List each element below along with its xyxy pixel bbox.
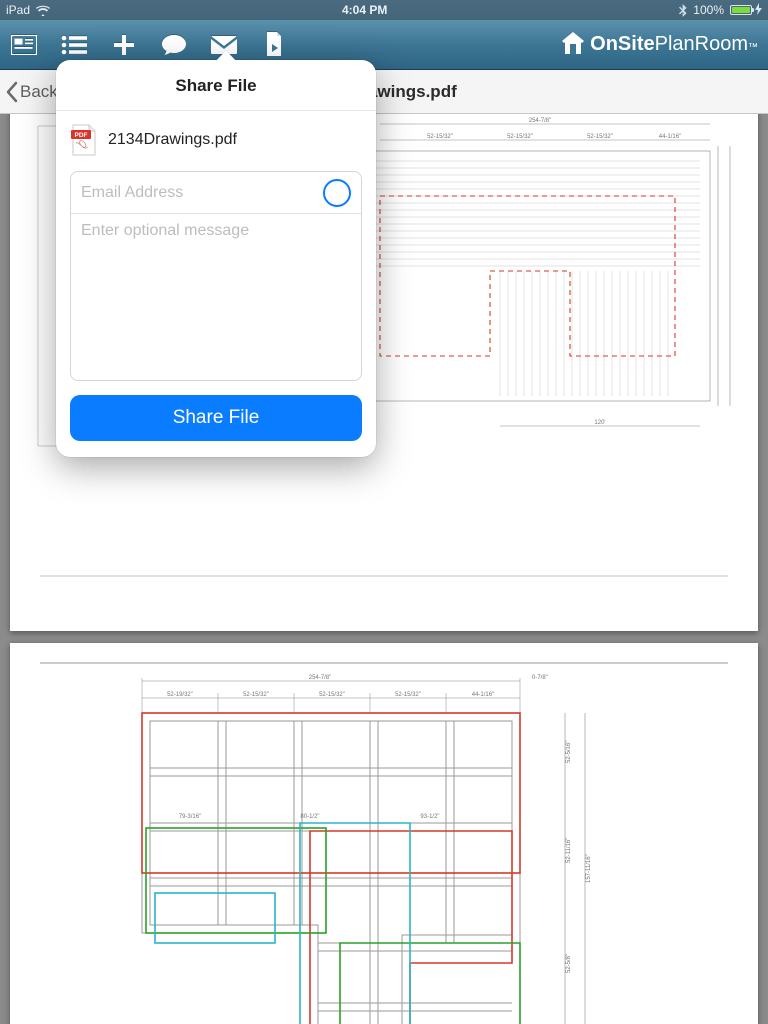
add-button[interactable] — [110, 31, 138, 59]
message-row — [71, 214, 361, 380]
brand-tm: ™ — [748, 42, 758, 53]
svg-text:52-15/32": 52-15/32" — [319, 692, 345, 698]
popover-title: Share File — [56, 60, 376, 111]
ios-status-bar: iPad 4:04 PM 100% — [0, 0, 768, 20]
svg-text:44-1/16": 44-1/16" — [472, 692, 494, 698]
device-label: iPad — [6, 3, 30, 17]
svg-text:254-7/8": 254-7/8" — [309, 675, 331, 681]
bluetooth-icon — [679, 4, 687, 17]
svg-text:79-3/16": 79-3/16" — [179, 814, 201, 820]
svg-text:44-1/16": 44-1/16" — [659, 134, 681, 140]
card-view-button[interactable] — [10, 31, 38, 59]
share-popover: Share File PDF 2134Drawings.pdf — [56, 60, 376, 457]
status-right: 100% — [679, 3, 762, 18]
file-name: 2134Drawings.pdf — [108, 131, 237, 149]
svg-text:52-5/16": 52-5/16" — [566, 741, 572, 763]
svg-text:157-11/16": 157-11/16" — [586, 854, 592, 883]
share-button[interactable] — [260, 31, 288, 59]
status-time: 4:04 PM — [342, 3, 387, 17]
pdf-page-2: 254-7/8" 0-7/8" 52-19/32" 52-15/32" 52-1… — [10, 643, 758, 1024]
brand: OnSitePlanRoom™ — [562, 30, 758, 60]
svg-text:0-7/8": 0-7/8" — [532, 675, 548, 681]
chat-button[interactable] — [160, 31, 188, 59]
file-row: PDF 2134Drawings.pdf — [70, 121, 362, 167]
floorplan-drawing-2: 254-7/8" 0-7/8" 52-19/32" 52-15/32" 52-1… — [10, 643, 758, 1024]
list-view-button[interactable] — [60, 31, 88, 59]
back-label: Back — [20, 82, 58, 102]
email-row — [71, 172, 361, 214]
svg-text:52-15/32": 52-15/32" — [395, 692, 421, 698]
message-input[interactable] — [81, 222, 351, 370]
svg-text:52-15/32": 52-15/32" — [587, 134, 613, 140]
svg-text:93-1/2": 93-1/2" — [420, 814, 439, 820]
popover-body: PDF 2134Drawings.pdf Share File — [56, 111, 376, 457]
battery-percent: 100% — [693, 3, 724, 17]
email-input[interactable] — [81, 184, 323, 202]
wifi-icon — [36, 5, 50, 16]
svg-text:52-11/16": 52-11/16" — [566, 838, 572, 863]
svg-text:120': 120' — [594, 420, 605, 426]
svg-text:52-15/32": 52-15/32" — [507, 134, 533, 140]
svg-text:254-7/8": 254-7/8" — [529, 118, 551, 124]
brand-building-icon — [562, 30, 584, 60]
svg-text:52-15/32": 52-15/32" — [243, 692, 269, 698]
svg-text:52-5/8": 52-5/8" — [566, 954, 572, 973]
svg-text:52-19/32": 52-19/32" — [167, 692, 193, 698]
battery-icon — [730, 3, 762, 18]
status-left: iPad — [6, 3, 50, 17]
svg-text:52-15/32": 52-15/32" — [427, 134, 453, 140]
brand-name-light: PlanRoom — [655, 33, 748, 55]
svg-text:PDF: PDF — [75, 132, 88, 139]
charging-icon — [755, 3, 762, 18]
add-recipient-button[interactable] — [323, 179, 351, 207]
popover-arrow — [216, 50, 236, 60]
svg-text:80-1/2": 80-1/2" — [300, 814, 319, 820]
pdf-icon: PDF — [70, 123, 98, 157]
share-fields — [70, 171, 362, 381]
toolbar-left-group — [10, 31, 288, 59]
share-file-button[interactable]: Share File — [70, 395, 362, 441]
brand-name-bold: OnSite — [590, 33, 654, 55]
